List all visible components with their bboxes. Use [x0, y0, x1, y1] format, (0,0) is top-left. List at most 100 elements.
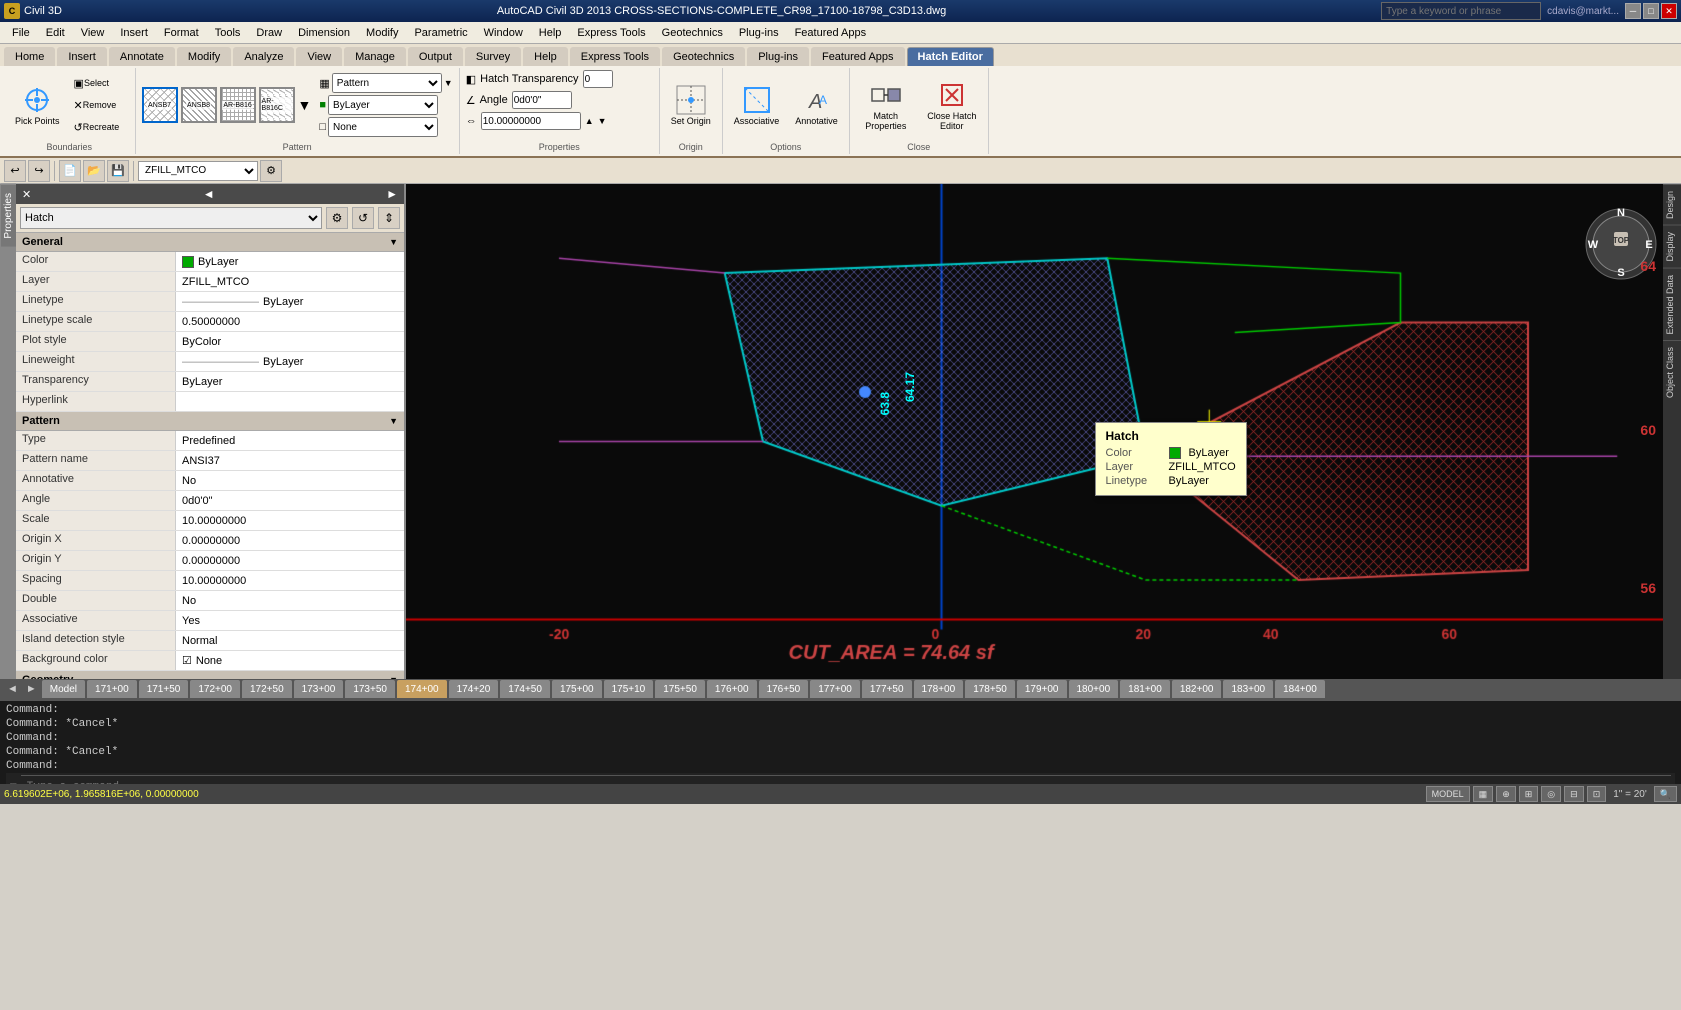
- prop-type-value[interactable]: Predefined: [176, 431, 404, 450]
- ortho-button[interactable]: ⊞: [1519, 786, 1539, 802]
- prop-linetype-scale-value[interactable]: 0.50000000: [176, 312, 404, 331]
- tab-176+50[interactable]: 176+50: [759, 680, 809, 698]
- side-tab-properties[interactable]: Properties: [1, 184, 16, 247]
- prop-associative-value[interactable]: Yes: [176, 611, 404, 630]
- associative-button[interactable]: Associative: [729, 81, 785, 129]
- tab-view[interactable]: View: [296, 47, 342, 66]
- save-button[interactable]: 💾: [107, 160, 129, 182]
- tab-173+50[interactable]: 173+50: [345, 680, 395, 698]
- menu-draw[interactable]: Draw: [248, 25, 290, 41]
- tab-hatch-editor[interactable]: Hatch Editor: [907, 47, 994, 66]
- panel-nav-left[interactable]: ◄: [203, 187, 215, 201]
- prop-linetype-value[interactable]: ——————— ByLayer: [176, 292, 404, 311]
- viewport-tab-display[interactable]: Display: [1663, 225, 1681, 268]
- menu-window[interactable]: Window: [476, 25, 531, 41]
- tab-home[interactable]: Home: [4, 47, 55, 66]
- tab-nav-right[interactable]: ►: [23, 683, 40, 695]
- prop-scale-value[interactable]: 10.00000000: [176, 511, 404, 530]
- viewport-tab-object[interactable]: Object Class: [1663, 340, 1681, 404]
- tab-171+00[interactable]: 171+00: [87, 680, 137, 698]
- prop-plot-style-value[interactable]: ByColor: [176, 332, 404, 351]
- open-button[interactable]: 📂: [83, 160, 105, 182]
- prop-annotative-value[interactable]: No: [176, 471, 404, 490]
- tab-180+00[interactable]: 180+00: [1069, 680, 1119, 698]
- close-hatch-editor-button[interactable]: Close Hatch Editor: [922, 76, 982, 134]
- otrack-button[interactable]: ⊡: [1587, 786, 1607, 802]
- menu-dimension[interactable]: Dimension: [290, 25, 358, 41]
- menu-view[interactable]: View: [73, 25, 113, 41]
- pattern-arb816[interactable]: AR-B816: [220, 87, 256, 123]
- menu-plugins[interactable]: Plug-ins: [731, 25, 787, 41]
- tab-insert[interactable]: Insert: [57, 47, 107, 66]
- tab-nav-left[interactable]: ◄: [4, 683, 21, 695]
- undo-button[interactable]: ↩: [4, 160, 26, 182]
- tab-modify[interactable]: Modify: [177, 47, 231, 66]
- menu-modify[interactable]: Modify: [358, 25, 406, 41]
- tab-179+00[interactable]: 179+00: [1017, 680, 1067, 698]
- prop-spacing-value[interactable]: 10.00000000: [176, 571, 404, 590]
- match-properties-button[interactable]: Match Properties: [856, 76, 916, 134]
- tab-analyze[interactable]: Analyze: [233, 47, 294, 66]
- tab-175+10[interactable]: 175+10: [604, 680, 654, 698]
- minimize-button[interactable]: ─: [1625, 3, 1641, 19]
- prop-double-value[interactable]: No: [176, 591, 404, 610]
- tab-express[interactable]: Express Tools: [570, 47, 660, 66]
- object-type-dropdown[interactable]: Hatch: [20, 207, 322, 229]
- polar-button[interactable]: ◎: [1541, 786, 1561, 802]
- prop-color-value[interactable]: ByLayer: [176, 252, 404, 271]
- transparency-input[interactable]: [583, 70, 613, 88]
- tab-174+50[interactable]: 174+50: [500, 680, 550, 698]
- pattern-type-select[interactable]: Pattern: [332, 73, 442, 93]
- scale-input[interactable]: [481, 112, 581, 130]
- menu-express[interactable]: Express Tools: [569, 25, 653, 41]
- drawing-canvas[interactable]: [406, 184, 1681, 679]
- tab-172+00[interactable]: 172+00: [190, 680, 240, 698]
- panel-ctrl-btn-1[interactable]: ⚙: [326, 207, 348, 229]
- tab-model[interactable]: Model: [42, 680, 85, 698]
- prop-transparency-value[interactable]: ByLayer: [176, 372, 404, 391]
- tab-178+00[interactable]: 178+00: [914, 680, 964, 698]
- pattern-scroll-down[interactable]: ▼: [298, 97, 312, 113]
- section-geometry[interactable]: Geometry ▼: [16, 671, 404, 679]
- menu-insert[interactable]: Insert: [112, 25, 156, 41]
- tab-184+00[interactable]: 184+00: [1275, 680, 1325, 698]
- zoom-button[interactable]: 🔍: [1654, 786, 1677, 802]
- tab-174+00[interactable]: 174+00: [397, 680, 447, 698]
- section-pattern[interactable]: Pattern ▼: [16, 412, 404, 431]
- tab-survey[interactable]: Survey: [465, 47, 521, 66]
- redo-button[interactable]: ↪: [28, 160, 50, 182]
- prop-origin-x-value[interactable]: 0.00000000: [176, 531, 404, 550]
- section-general[interactable]: General ▼: [16, 233, 404, 252]
- model-space-button[interactable]: MODEL: [1426, 786, 1470, 802]
- pattern-arb816c[interactable]: AR-B816C: [259, 87, 295, 123]
- menu-geotechnics[interactable]: Geotechnics: [654, 25, 731, 41]
- select-button[interactable]: ▣ Select: [69, 74, 129, 93]
- layer-props-button[interactable]: ⚙: [260, 160, 282, 182]
- tab-output[interactable]: Output: [408, 47, 463, 66]
- set-origin-button[interactable]: Set Origin: [666, 81, 716, 129]
- layer-dropdown[interactable]: ZFILL_MTCO: [138, 161, 258, 181]
- panel-close-btn[interactable]: ✕: [22, 188, 31, 201]
- angle-input[interactable]: [512, 91, 572, 109]
- remove-button[interactable]: ✕ Remove: [69, 96, 129, 115]
- osnap-button[interactable]: ⊟: [1564, 786, 1584, 802]
- panel-ctrl-btn-3[interactable]: ⇕: [378, 207, 400, 229]
- prop-bg-color-value[interactable]: ☑ None: [176, 651, 404, 670]
- tab-173+00[interactable]: 173+00: [294, 680, 344, 698]
- tab-174+20[interactable]: 174+20: [449, 680, 499, 698]
- tab-176+00[interactable]: 176+00: [707, 680, 757, 698]
- scale-spin-up[interactable]: ▲: [585, 116, 594, 126]
- prop-angle-value[interactable]: 0d0'0": [176, 491, 404, 510]
- search-input[interactable]: [1381, 2, 1541, 20]
- prop-island-detection-value[interactable]: Normal: [176, 631, 404, 650]
- snap-button[interactable]: ⊕: [1496, 786, 1516, 802]
- tab-plugins[interactable]: Plug-ins: [747, 47, 809, 66]
- pattern-ansb7[interactable]: ANSB7: [142, 87, 178, 123]
- menu-parametric[interactable]: Parametric: [406, 25, 475, 41]
- tab-172+50[interactable]: 172+50: [242, 680, 292, 698]
- tab-help[interactable]: Help: [523, 47, 568, 66]
- scale-spin-down[interactable]: ▼: [598, 116, 607, 126]
- command-input[interactable]: [21, 775, 1671, 784]
- pick-points-button[interactable]: Pick Points: [10, 81, 65, 129]
- panel-nav-right[interactable]: ►: [386, 187, 398, 201]
